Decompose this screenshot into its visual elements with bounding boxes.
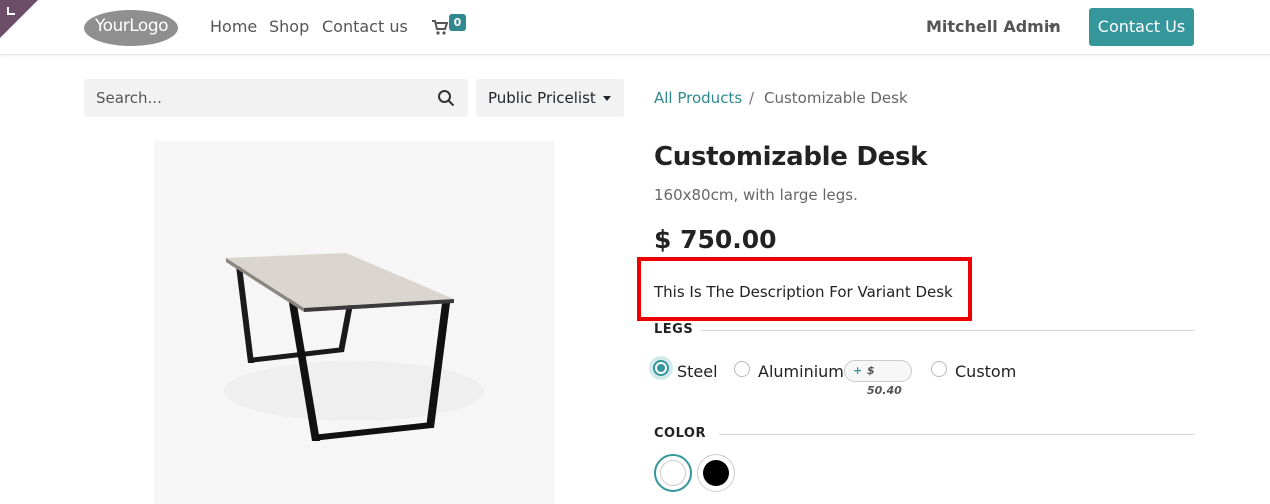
nav-shop-link[interactable]: Shop: [269, 17, 309, 36]
pricelist-label: Public Pricelist: [488, 89, 596, 107]
search-input[interactable]: Search...: [84, 79, 468, 117]
product-title: Customizable Desk: [654, 142, 928, 172]
logo-text: YourLogo: [94, 16, 169, 36]
pricelist-dropdown[interactable]: Public Pricelist: [476, 79, 624, 117]
breadcrumb-separator: /: [749, 89, 755, 107]
contact-us-button[interactable]: Contact Us: [1089, 8, 1194, 46]
legs-radio-aluminium[interactable]: [734, 361, 750, 377]
breadcrumb-all-products[interactable]: All Products: [654, 89, 742, 107]
user-menu-chevron-down-icon[interactable]: [1048, 25, 1056, 30]
search-placeholder: Search...: [96, 89, 162, 107]
color-swatch-white[interactable]: [654, 454, 692, 492]
extra-price-value: $ 50.40: [867, 364, 902, 397]
product-price: $ 750.00: [654, 225, 777, 254]
legs-radio-steel[interactable]: [653, 360, 669, 376]
color-divider: [719, 434, 1194, 435]
product-subtitle: 160x80cm, with large legs.: [654, 186, 858, 204]
extra-price-plus: +: [853, 364, 863, 377]
edit-corner-icon[interactable]: [0, 0, 38, 38]
variant-description: This Is The Description For Variant Desk: [654, 283, 953, 301]
shopping-cart-icon[interactable]: [431, 18, 449, 36]
breadcrumb-current: Customizable Desk: [764, 89, 908, 107]
search-icon[interactable]: [437, 89, 455, 107]
legs-attribute-label: LEGS: [654, 322, 694, 337]
product-image[interactable]: [154, 141, 554, 504]
site-header: YourLogo Home Shop Contact us 0 Mitchell…: [0, 0, 1270, 55]
cart-count-badge: 0: [449, 14, 466, 31]
color-swatch-black[interactable]: [697, 454, 735, 492]
legs-divider: [701, 330, 1194, 331]
site-logo[interactable]: YourLogo: [84, 8, 179, 48]
nav-home-link[interactable]: Home: [210, 17, 257, 36]
aluminium-extra-price-badge: + $ 50.40: [844, 360, 912, 397]
nav-contact-link[interactable]: Contact us: [322, 17, 408, 36]
legs-radio-custom[interactable]: [931, 361, 947, 377]
legs-option-aluminium[interactable]: Aluminium: [758, 362, 844, 381]
color-attribute-label: COLOR: [654, 426, 706, 441]
user-menu[interactable]: Mitchell Admin: [926, 17, 1061, 36]
pricelist-chevron-down-icon[interactable]: [603, 96, 611, 101]
legs-option-custom[interactable]: Custom: [955, 362, 1016, 381]
legs-option-steel[interactable]: Steel: [677, 362, 718, 381]
white-swatch-fill: [660, 460, 686, 486]
desk-illustration: [224, 253, 484, 441]
black-swatch-fill: [703, 460, 729, 486]
